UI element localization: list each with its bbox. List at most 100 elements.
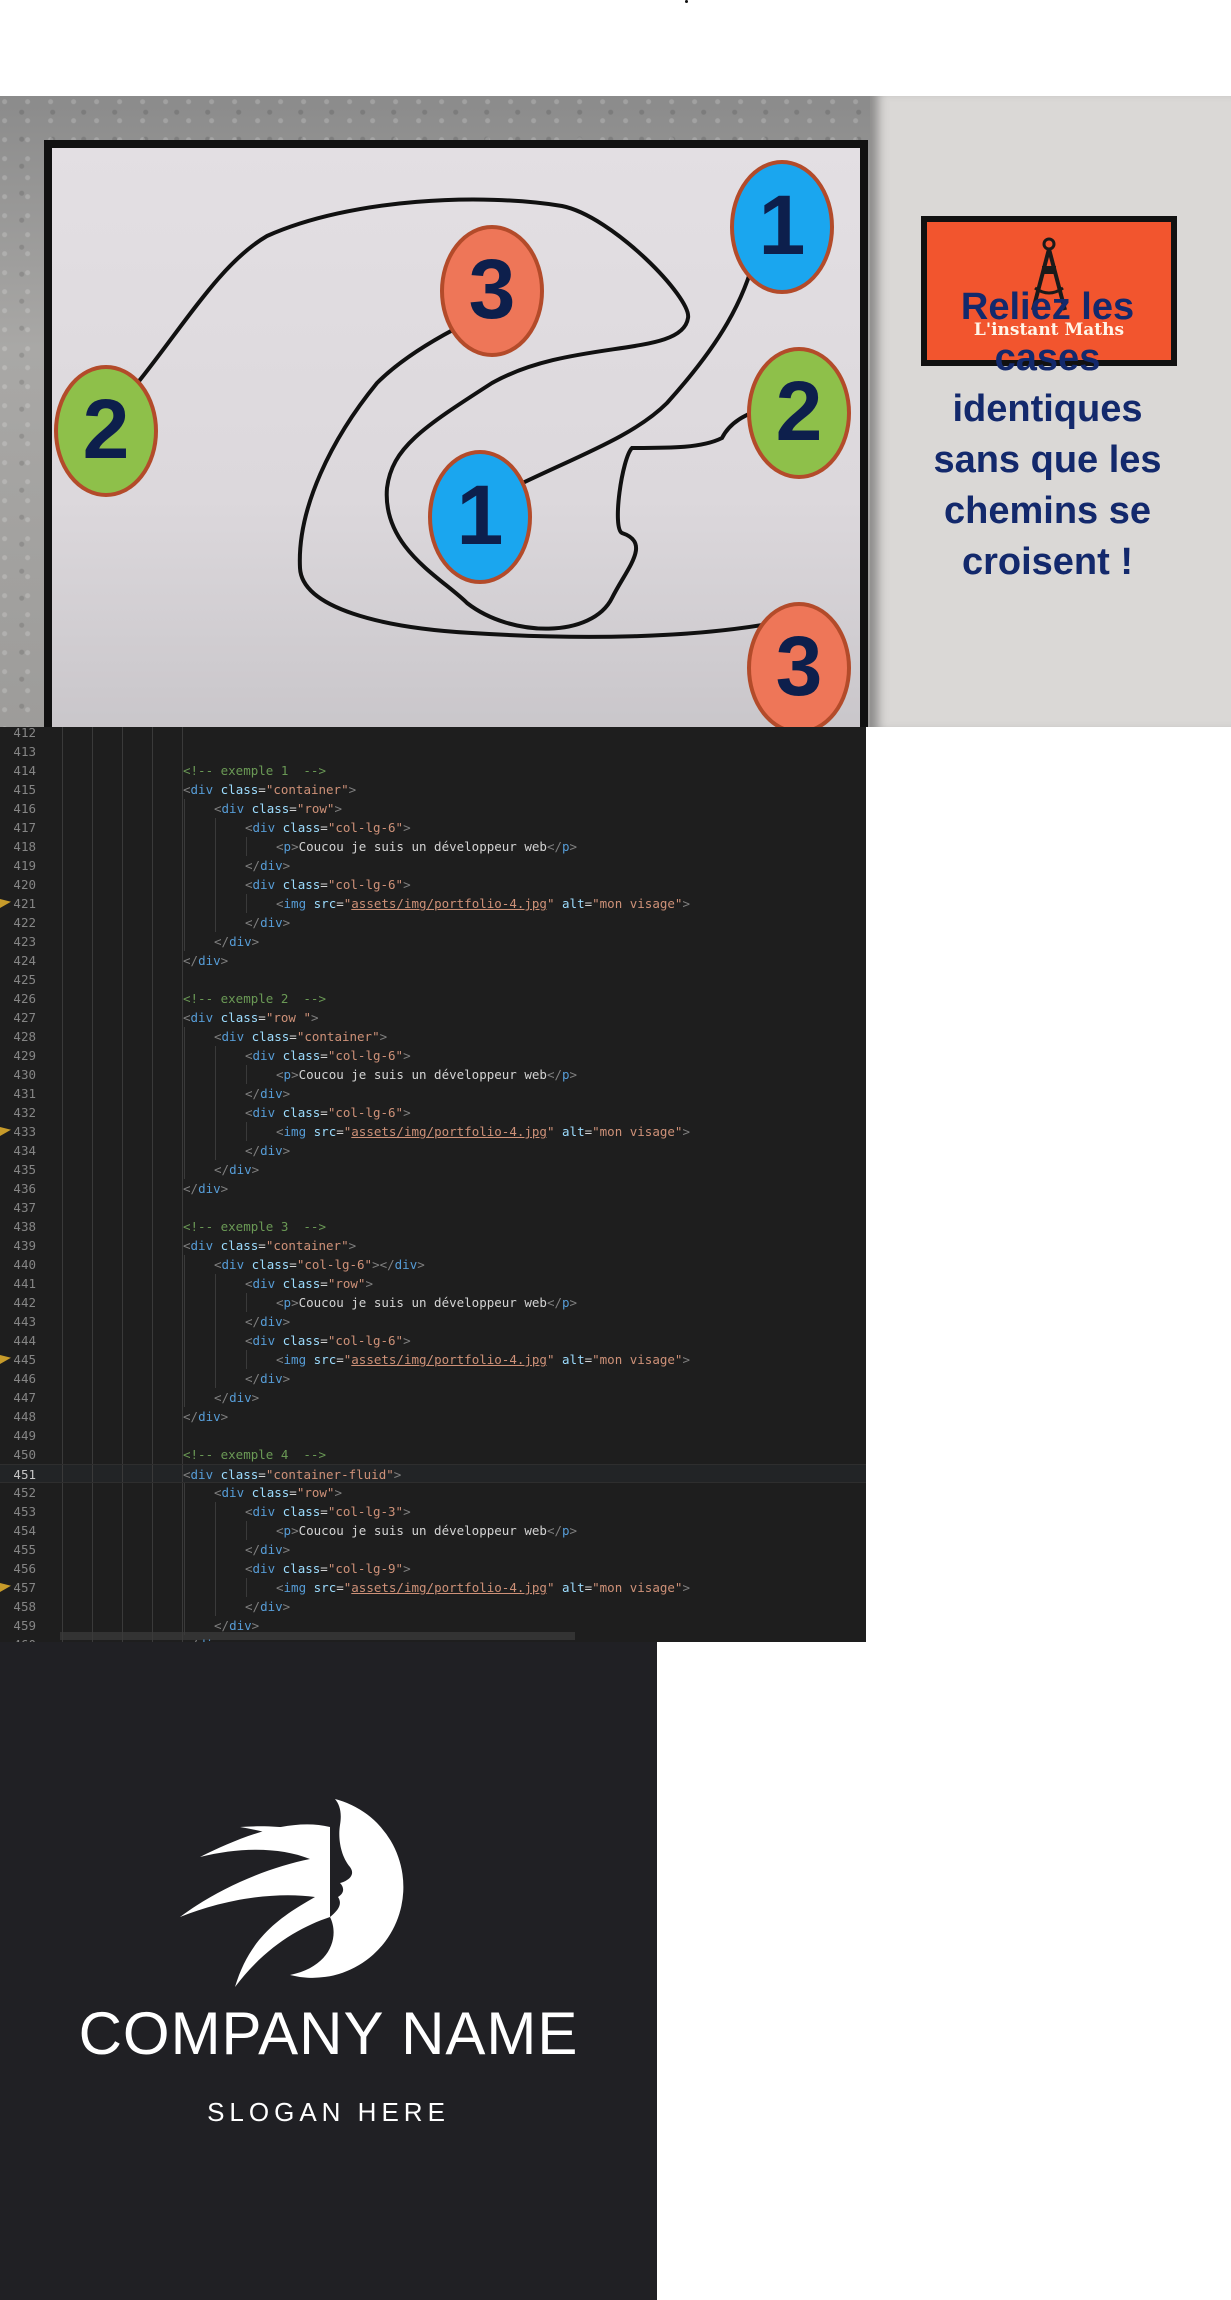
code-text[interactable]: <div class="container"> bbox=[183, 1236, 356, 1255]
code-text[interactable]: <div class="col-lg-3"> bbox=[245, 1502, 411, 1521]
code-line[interactable]: 430 <p>Coucou je suis un développeur web<… bbox=[0, 1065, 866, 1084]
code-text[interactable]: </div> bbox=[183, 1407, 228, 1426]
code-text[interactable]: <p>Coucou je suis un développeur web</p> bbox=[276, 1065, 577, 1084]
code-text[interactable]: <!-- exemple 2 --> bbox=[183, 989, 326, 1008]
code-line[interactable]: 443 </div> bbox=[0, 1312, 866, 1331]
code-text[interactable]: <div class="col-lg-6"></div> bbox=[214, 1255, 425, 1274]
code-line[interactable]: 416 <div class="row"> bbox=[0, 799, 866, 818]
code-line[interactable]: 442 <p>Coucou je suis un développeur web<… bbox=[0, 1293, 866, 1312]
code-text[interactable]: </div> bbox=[214, 932, 259, 951]
code-text[interactable]: <div class="row"> bbox=[214, 799, 342, 818]
code-line[interactable]: 422 </div> bbox=[0, 913, 866, 932]
code-line[interactable]: 451 <div class="container-fluid"> bbox=[0, 1464, 866, 1483]
code-text[interactable]: <div class="container"> bbox=[214, 1027, 387, 1046]
code-text[interactable]: </div> bbox=[183, 1635, 228, 1642]
code-line[interactable]: 417 <div class="col-lg-6"> bbox=[0, 818, 866, 837]
code-text[interactable]: </div> bbox=[245, 856, 290, 875]
code-token: < bbox=[245, 877, 253, 892]
code-line[interactable]: 458 </div> bbox=[0, 1597, 866, 1616]
code-line[interactable]: 440 <div class="col-lg-6"></div> bbox=[0, 1255, 866, 1274]
code-line[interactable]: 449 bbox=[0, 1426, 866, 1445]
code-text[interactable]: <div class="container"> bbox=[183, 780, 356, 799]
code-line[interactable]: 456 <div class="col-lg-9"> bbox=[0, 1559, 866, 1578]
code-text[interactable]: <div class="col-lg-6"> bbox=[245, 1331, 411, 1350]
code-text[interactable]: </div> bbox=[245, 1540, 290, 1559]
code-line[interactable]: 426 <!-- exemple 2 --> bbox=[0, 989, 866, 1008]
code-text[interactable]: <div class="col-lg-6"> bbox=[245, 1103, 411, 1122]
code-text[interactable]: </div> bbox=[245, 1597, 290, 1616]
code-line[interactable]: 448 </div> bbox=[0, 1407, 866, 1426]
code-line[interactable]: 427 <div class="row "> bbox=[0, 1008, 866, 1027]
code-line[interactable]: 431 </div> bbox=[0, 1084, 866, 1103]
code-line[interactable]: 444 <div class="col-lg-6"> bbox=[0, 1331, 866, 1350]
code-text[interactable]: </div> bbox=[245, 1084, 290, 1103]
code-line[interactable]: 423 </div> bbox=[0, 932, 866, 951]
code-line[interactable]: 460 </div> bbox=[0, 1635, 866, 1642]
code-text[interactable]: <img src="assets/img/portfolio-4.jpg" al… bbox=[276, 1578, 690, 1597]
code-token: > bbox=[291, 839, 299, 854]
code-text[interactable]: <div class="row "> bbox=[183, 1008, 319, 1027]
code-line[interactable]: 436 </div> bbox=[0, 1179, 866, 1198]
code-line[interactable]: 421 <img src="assets/img/portfolio-4.jpg"… bbox=[0, 894, 866, 913]
code-text[interactable]: <p>Coucou je suis un développeur web</p> bbox=[276, 1521, 577, 1540]
code-line[interactable]: 447 </div> bbox=[0, 1388, 866, 1407]
code-text[interactable]: <div class="col-lg-9"> bbox=[245, 1559, 411, 1578]
code-line[interactable]: 418 <p>Coucou je suis un développeur web<… bbox=[0, 837, 866, 856]
code-line[interactable]: 424 </div> bbox=[0, 951, 866, 970]
code-line[interactable]: 439 <div class="container"> bbox=[0, 1236, 866, 1255]
code-line[interactable]: 454 <p>Coucou je suis un développeur web<… bbox=[0, 1521, 866, 1540]
code-text[interactable]: <p>Coucou je suis un développeur web</p> bbox=[276, 1293, 577, 1312]
code-line[interactable]: 413 bbox=[0, 742, 866, 761]
code-line[interactable]: 425 bbox=[0, 970, 866, 989]
code-text[interactable]: </div> bbox=[183, 951, 228, 970]
svg-text:2: 2 bbox=[776, 364, 823, 458]
code-line[interactable]: 441 <div class="row"> bbox=[0, 1274, 866, 1293]
code-text[interactable]: <div class="col-lg-6"> bbox=[245, 875, 411, 894]
code-line[interactable]: 429 <div class="col-lg-6"> bbox=[0, 1046, 866, 1065]
code-line[interactable]: 445 <img src="assets/img/portfolio-4.jpg"… bbox=[0, 1350, 866, 1369]
code-line[interactable]: 435 </div> bbox=[0, 1160, 866, 1179]
code-text[interactable]: <div class="row"> bbox=[245, 1274, 373, 1293]
code-line[interactable]: 455 </div> bbox=[0, 1540, 866, 1559]
code-line[interactable]: 433 <img src="assets/img/portfolio-4.jpg"… bbox=[0, 1122, 866, 1141]
code-token: > bbox=[682, 896, 690, 911]
code-line[interactable]: 419 </div> bbox=[0, 856, 866, 875]
code-text[interactable]: <img src="assets/img/portfolio-4.jpg" al… bbox=[276, 1350, 690, 1369]
code-text[interactable]: <p>Coucou je suis un développeur web</p> bbox=[276, 837, 577, 856]
code-text[interactable]: <!-- exemple 3 --> bbox=[183, 1217, 326, 1236]
code-text[interactable]: </div> bbox=[245, 1312, 290, 1331]
code-text[interactable]: <!-- exemple 4 --> bbox=[183, 1445, 326, 1464]
code-text[interactable]: </div> bbox=[245, 913, 290, 932]
code-text[interactable]: <div class="container-fluid"> bbox=[183, 1465, 401, 1484]
code-line[interactable]: 415 <div class="container"> bbox=[0, 780, 866, 799]
code-text[interactable]: </div> bbox=[245, 1369, 290, 1388]
code-line[interactable]: 412 bbox=[0, 727, 866, 742]
code-text[interactable]: </div> bbox=[245, 1141, 290, 1160]
code-line[interactable]: 457 <img src="assets/img/portfolio-4.jpg"… bbox=[0, 1578, 866, 1597]
code-text[interactable]: </div> bbox=[214, 1388, 259, 1407]
code-line[interactable]: 420 <div class="col-lg-6"> bbox=[0, 875, 866, 894]
code-editor[interactable]: 412 413 414 <!-- exemple 1 --> 415 <div class… bbox=[0, 727, 866, 1642]
code-line[interactable]: 450 <!-- exemple 4 --> bbox=[0, 1445, 866, 1464]
code-line[interactable]: 438 <!-- exemple 3 --> bbox=[0, 1217, 866, 1236]
code-text[interactable]: </div> bbox=[214, 1160, 259, 1179]
code-line[interactable]: 437 bbox=[0, 1198, 866, 1217]
code-text[interactable]: <div class="row"> bbox=[214, 1483, 342, 1502]
code-line[interactable]: 453 <div class="col-lg-3"> bbox=[0, 1502, 866, 1521]
code-text[interactable]: </div> bbox=[183, 1179, 228, 1198]
code-line[interactable]: 459 </div> bbox=[0, 1616, 866, 1635]
code-line[interactable]: 432 <div class="col-lg-6"> bbox=[0, 1103, 866, 1122]
code-text[interactable]: <img src="assets/img/portfolio-4.jpg" al… bbox=[276, 894, 690, 913]
code-line[interactable]: 452 <div class="row"> bbox=[0, 1483, 866, 1502]
code-token: "col-lg-3" bbox=[327, 1504, 404, 1519]
code-line[interactable]: 414 <!-- exemple 1 --> bbox=[0, 761, 866, 780]
code-text[interactable]: <img src="assets/img/portfolio-4.jpg" al… bbox=[276, 1122, 690, 1141]
indent-guide bbox=[62, 1008, 63, 1027]
code-text[interactable]: <div class="col-lg-6"> bbox=[245, 1046, 411, 1065]
code-line[interactable]: 434 </div> bbox=[0, 1141, 866, 1160]
code-line[interactable]: 446 </div> bbox=[0, 1369, 866, 1388]
code-text[interactable]: <div class="col-lg-6"> bbox=[245, 818, 411, 837]
code-text[interactable]: <!-- exemple 1 --> bbox=[183, 761, 326, 780]
code-text[interactable]: </div> bbox=[214, 1616, 259, 1635]
code-line[interactable]: 428 <div class="container"> bbox=[0, 1027, 866, 1046]
